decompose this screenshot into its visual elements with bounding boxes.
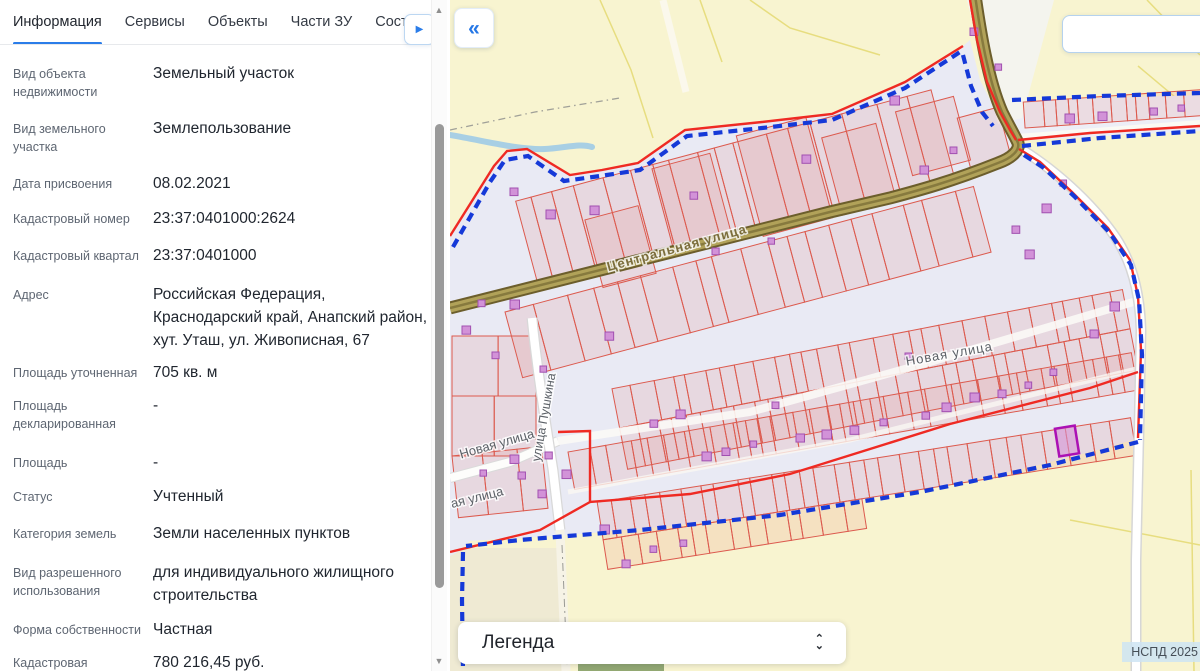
- field-label: Площадь декларированная: [13, 394, 145, 433]
- field-value: -: [153, 394, 433, 433]
- field-value: 780 216,45 руб.: [153, 651, 433, 671]
- scroll-down-icon[interactable]: ▼: [433, 656, 445, 666]
- field-row: Кадастровый квартал 23:37:0401000: [13, 244, 433, 267]
- selected-parcel[interactable]: [1055, 426, 1079, 457]
- right-triangle-icon: ▶: [416, 24, 424, 35]
- info-panel: Информация Сервисы Объекты Части ЗУ Сост…: [0, 0, 450, 671]
- field-row: Категория земель Земли населенных пунктов: [13, 522, 433, 545]
- field-row: Кадастровая 780 216,45 руб.: [13, 651, 433, 671]
- field-row: Кадастровый номер 23:37:0401000:2624: [13, 207, 433, 230]
- field-label: Площадь: [13, 451, 145, 474]
- field-label: Вид разрешенного использования: [13, 561, 145, 607]
- tab-services[interactable]: Сервисы: [125, 0, 185, 45]
- field-value: Учтенный: [153, 485, 433, 508]
- field-row: Статус Учтенный: [13, 485, 433, 508]
- field-row: Форма собственности Частная: [13, 618, 433, 641]
- field-row: Вид земельного участкаЗемлепользование: [13, 117, 433, 156]
- field-value: для индивидуального жилищного строительс…: [153, 561, 433, 607]
- legend-title: Легенда: [482, 632, 554, 654]
- tab-parts-zu[interactable]: Части ЗУ: [291, 0, 353, 45]
- expand-collapse-icon[interactable]: ⌃⌄: [815, 636, 824, 650]
- field-label: Дата присвоения: [13, 172, 145, 195]
- field-value: 23:37:0401000: [153, 244, 433, 267]
- map-attribution: НСПД 2025: [1122, 642, 1200, 662]
- field-value: -: [153, 451, 433, 474]
- tab-objects[interactable]: Объекты: [208, 0, 268, 45]
- field-row: Площадь уточненная 705 кв. м: [13, 361, 433, 384]
- panel-scrollbar-thumb[interactable]: [435, 124, 444, 588]
- field-row: Дата присвоения 08.02.2021: [13, 172, 433, 195]
- field-label: Площадь уточненная: [13, 361, 145, 384]
- field-label: Статус: [13, 485, 145, 508]
- map-canvas[interactable]: Центральная улица улица Пушкина Новая ул…: [450, 0, 1200, 671]
- field-label: Вид земельного участка: [13, 117, 145, 156]
- field-value: Земли населенных пунктов: [153, 522, 433, 545]
- field-row: Вид разрешенного использованиядля индиви…: [13, 561, 433, 607]
- field-label: Форма собственности: [13, 618, 145, 641]
- field-label: Кадастровый номер: [13, 207, 145, 230]
- tab-information[interactable]: Информация: [13, 0, 102, 45]
- field-value: Землепользование: [153, 117, 433, 156]
- field-label: Кадастровый квартал: [13, 244, 145, 267]
- field-label: Категория земель: [13, 522, 145, 545]
- search-input[interactable]: [1062, 15, 1200, 53]
- field-value: Частная: [153, 618, 433, 641]
- legend-bar[interactable]: Легенда ⌃⌄: [458, 622, 846, 664]
- field-value: Земельный участок: [153, 62, 433, 101]
- field-value: 705 кв. м: [153, 361, 433, 384]
- field-row: АдресРоссийская Федерация, Краснодарский…: [13, 283, 433, 352]
- field-label: Вид объекта недвижимости: [13, 62, 145, 101]
- field-label: Адрес: [13, 283, 145, 352]
- field-value: Российская Федерация, Краснодарский край…: [153, 283, 433, 352]
- field-row: Площадь-: [13, 451, 433, 474]
- field-label: Кадастровая: [13, 651, 145, 671]
- double-chevron-left-icon: «: [468, 18, 480, 39]
- field-value: 08.02.2021: [153, 172, 433, 195]
- collapse-panel-button[interactable]: «: [454, 8, 494, 48]
- tab-bar: Информация Сервисы Объекты Части ЗУ Сост…: [0, 0, 432, 45]
- field-row: Площадь декларированная-: [13, 394, 433, 433]
- field-row: Вид объекта недвижимостиЗемельный участо…: [13, 62, 433, 101]
- field-value: 23:37:0401000:2624: [153, 207, 433, 230]
- scroll-up-icon[interactable]: ▲: [433, 5, 445, 15]
